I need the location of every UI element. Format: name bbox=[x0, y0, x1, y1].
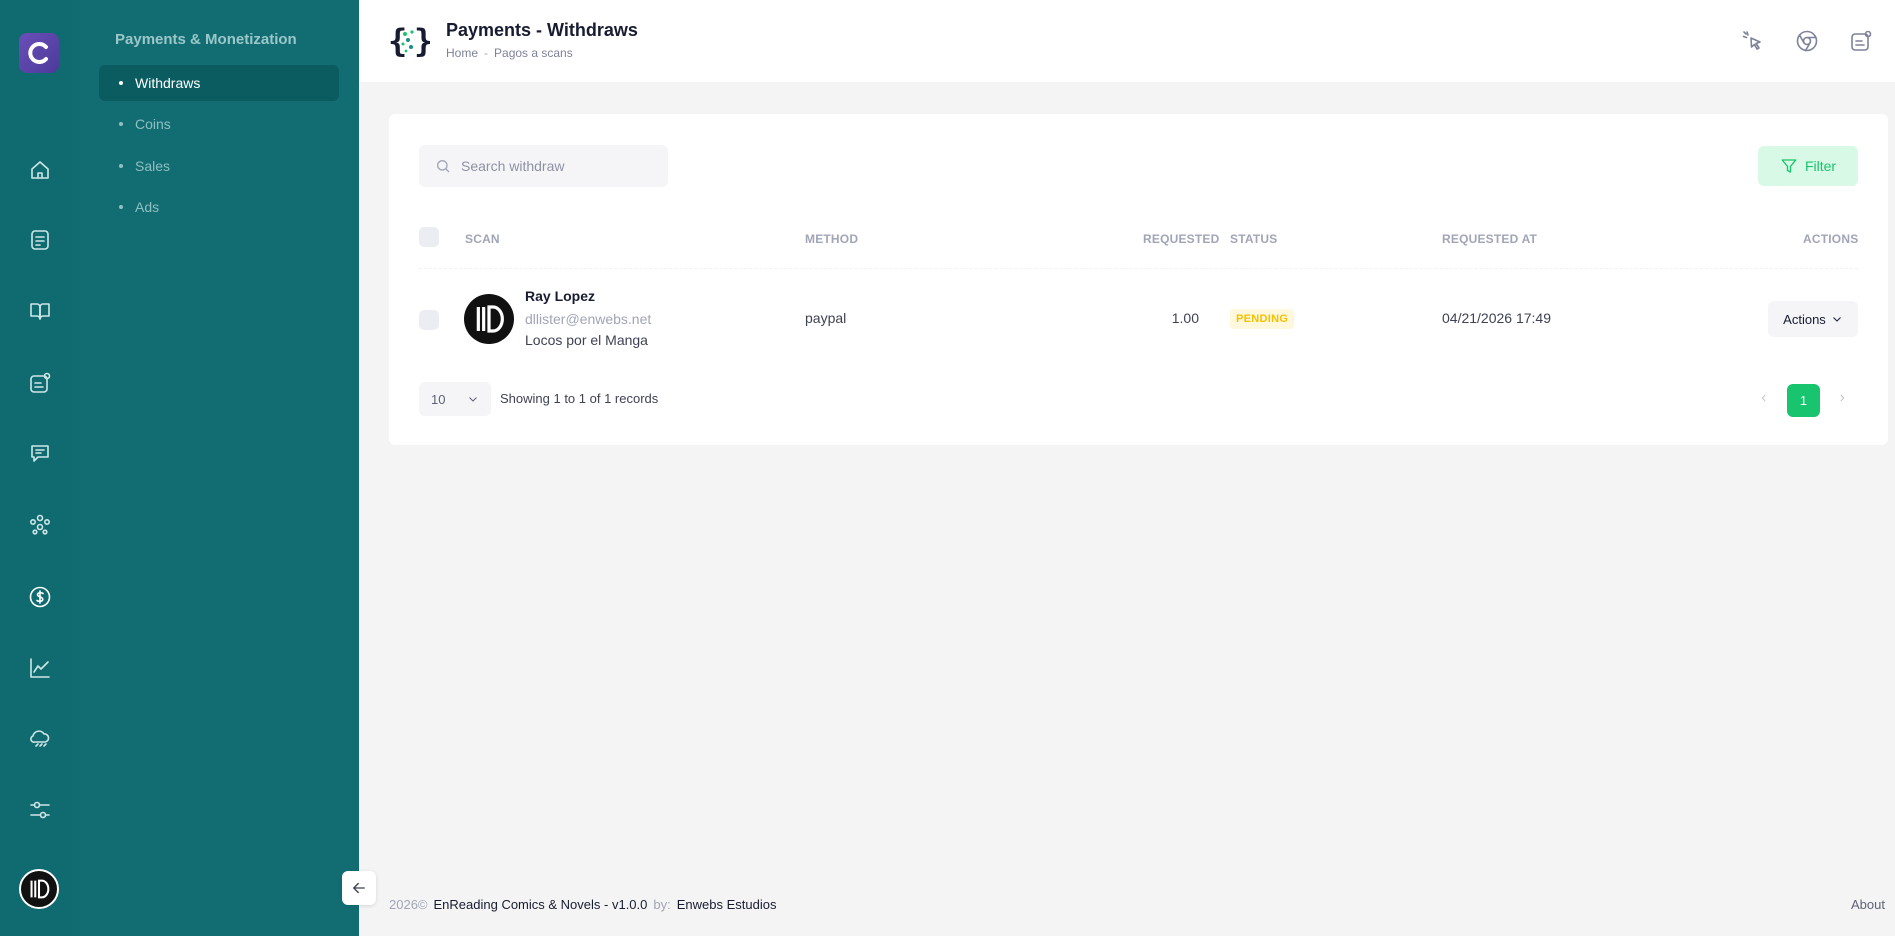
c-logo-icon bbox=[28, 42, 48, 64]
scan-user-name[interactable]: Ray Lopez bbox=[525, 288, 595, 304]
icon-rail bbox=[0, 0, 79, 936]
page-header: { } Payments - Withdraws Home - Pagos a … bbox=[359, 0, 1895, 82]
dollar-icon[interactable] bbox=[27, 584, 53, 610]
select-all-checkbox[interactable] bbox=[419, 227, 439, 247]
search-input[interactable] bbox=[461, 158, 661, 174]
chat-icon[interactable] bbox=[27, 440, 53, 466]
page-title: Payments - Withdraws bbox=[446, 20, 638, 40]
arrow-left-icon bbox=[353, 882, 365, 894]
previous-page-button[interactable] bbox=[1756, 390, 1772, 406]
footer-about-link[interactable]: About bbox=[1851, 897, 1885, 912]
header-divider bbox=[419, 268, 1858, 269]
page-size-value: 10 bbox=[431, 391, 446, 407]
chevron-down-icon bbox=[469, 397, 477, 402]
chevron-right-icon bbox=[1840, 394, 1845, 402]
chevron-down-icon bbox=[1832, 317, 1841, 322]
withdraws-card: Filter Scan Method Requested Status Requ… bbox=[389, 114, 1888, 445]
breadcrumb: Home - Pagos a scans bbox=[446, 46, 573, 60]
breadcrumb-home[interactable]: Home bbox=[446, 46, 478, 60]
sliders-icon[interactable] bbox=[27, 797, 53, 823]
sidebar-item-label: Ads bbox=[135, 199, 160, 215]
breadcrumb-current: Pagos a scans bbox=[494, 46, 573, 60]
cursor-click-icon[interactable] bbox=[1740, 28, 1766, 54]
collapse-sidebar-button[interactable] bbox=[342, 871, 376, 905]
brand-braces-icon: { } bbox=[388, 22, 430, 60]
sidebar-item-label: Coins bbox=[135, 116, 171, 132]
column-header-method[interactable]: Method bbox=[805, 232, 858, 246]
filter-button-label: Filter bbox=[1804, 158, 1837, 174]
sidebar-item-label: Sales bbox=[135, 158, 171, 174]
svg-text:}: } bbox=[414, 22, 430, 60]
section-sidebar: Payments & Monetization Withdraws Coins … bbox=[79, 0, 359, 936]
users-icon[interactable] bbox=[27, 511, 53, 537]
sidebar-item-sales[interactable]: Sales bbox=[99, 148, 339, 184]
sidebar-item-label: Withdraws bbox=[135, 75, 201, 91]
status-badge: PENDING bbox=[1230, 309, 1295, 329]
method-value: paypal bbox=[805, 310, 847, 326]
book-icon[interactable] bbox=[27, 298, 53, 324]
sidebar-section-title: Payments & Monetization bbox=[115, 31, 297, 48]
requested-amount: 1.00 bbox=[1171, 310, 1199, 326]
records-info: Showing 1 to 1 of 1 records bbox=[500, 391, 659, 406]
page-1-button[interactable]: 1 bbox=[1787, 384, 1820, 417]
bullet-icon bbox=[119, 164, 123, 168]
bullet-icon bbox=[119, 122, 123, 126]
bullet-icon bbox=[119, 81, 123, 85]
footer-year: 2026© bbox=[389, 897, 428, 912]
next-page-button[interactable] bbox=[1834, 390, 1850, 406]
document-icon[interactable] bbox=[27, 227, 53, 253]
footer-by: by: bbox=[653, 897, 671, 912]
home-icon[interactable] bbox=[27, 157, 53, 183]
search-box bbox=[419, 145, 668, 187]
scan-logo-icon bbox=[476, 305, 504, 333]
user-card-icon[interactable] bbox=[1848, 28, 1874, 54]
footer: 2026© EnReading Comics & Novels - v1.0.0… bbox=[389, 897, 782, 912]
footer-company-link[interactable]: Enwebs Estudios bbox=[677, 897, 777, 912]
sidebar-item-coins[interactable]: Coins bbox=[99, 106, 339, 142]
scan-name: Locos por el Manga bbox=[525, 332, 648, 348]
column-header-status[interactable]: Status bbox=[1230, 232, 1277, 246]
settings-card-icon[interactable] bbox=[27, 370, 53, 396]
scan-avatar bbox=[464, 294, 514, 344]
column-header-scan[interactable]: Scan bbox=[465, 232, 500, 246]
breadcrumb-separator: - bbox=[484, 46, 489, 60]
svg-text:{: { bbox=[388, 22, 407, 60]
actions-button-label: Actions bbox=[1783, 311, 1826, 327]
column-header-requested[interactable]: Requested bbox=[1143, 232, 1219, 246]
sidebar-item-withdraws[interactable]: Withdraws bbox=[99, 65, 339, 101]
user-logo-icon bbox=[30, 879, 50, 899]
footer-app-link[interactable]: EnReading Comics & Novels - v1.0.0 bbox=[434, 897, 648, 912]
column-header-actions: Actions bbox=[1803, 232, 1859, 246]
chevron-left-icon bbox=[1761, 394, 1766, 402]
app-logo[interactable] bbox=[19, 33, 59, 73]
chrome-icon[interactable] bbox=[1794, 28, 1820, 54]
filter-icon bbox=[1781, 159, 1797, 173]
search-icon bbox=[437, 160, 450, 173]
cloud-rain-icon[interactable] bbox=[27, 726, 53, 752]
column-header-requested-at[interactable]: Requested At bbox=[1442, 232, 1537, 246]
bullet-icon bbox=[119, 205, 123, 209]
page-size-select[interactable]: 10 bbox=[419, 382, 491, 416]
filter-button[interactable]: Filter bbox=[1758, 146, 1858, 186]
chart-icon[interactable] bbox=[27, 655, 53, 681]
scan-user-email: dllister@enwebs.net bbox=[525, 311, 652, 327]
row-checkbox[interactable] bbox=[419, 310, 439, 330]
user-avatar[interactable] bbox=[19, 869, 59, 909]
requested-at-value: 04/21/2026 17:49 bbox=[1442, 310, 1551, 326]
sidebar-item-ads[interactable]: Ads bbox=[99, 189, 339, 225]
row-actions-button[interactable]: Actions bbox=[1768, 301, 1858, 337]
